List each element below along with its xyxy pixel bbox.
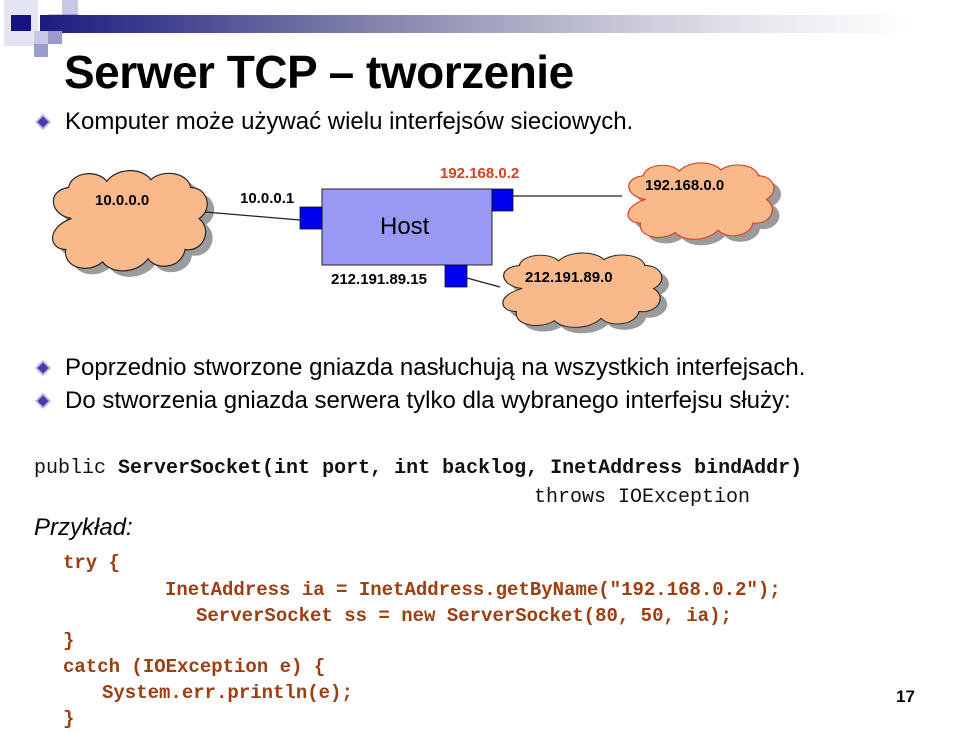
network-label: 10.0.0.0 <box>95 192 150 209</box>
diamond-bullet-icon <box>34 392 52 410</box>
constructor-signature: public ServerSocket(int port, int backlo… <box>34 456 802 482</box>
interface-label: 10.0.0.1 <box>240 190 295 207</box>
code-line: System.err.println(e); <box>102 682 353 704</box>
bullet-item: Poprzednio stworzone gniazda nasłuchują … <box>34 353 805 383</box>
network-cloud-192-168-0-0 <box>627 162 781 246</box>
deco-square <box>48 31 62 44</box>
code-line: } <box>63 630 75 652</box>
signature-declaration: ServerSocket(int port, int backlog, Inet… <box>118 457 803 480</box>
interface-label: 192.168.0.2 <box>440 165 520 182</box>
example-label: Przykład: <box>34 514 133 541</box>
bullet-text: Poprzednio stworzone gniazda nasłuchują … <box>65 354 806 381</box>
code-line: catch (IOException e) { <box>63 656 326 678</box>
link-line <box>204 211 301 221</box>
link-line <box>466 277 501 288</box>
network-cloud-212-191-89-0 <box>502 252 669 334</box>
interface-port <box>444 264 468 288</box>
deco-square <box>34 31 48 44</box>
interface-label: 212.191.89.15 <box>331 271 427 288</box>
code-line: InetAddress ia = InetAddress.getByName("… <box>165 579 781 601</box>
network-label: 212.191.89.0 <box>525 269 613 286</box>
network-cloud-10-0-0-0 <box>51 169 215 277</box>
slide-title: Serwer TCP – tworzenie <box>64 46 574 98</box>
code-line: ServerSocket ss = new ServerSocket(80, 5… <box>196 605 732 627</box>
host-label: Host <box>380 213 430 240</box>
signature-throws: throws IOException <box>534 486 751 509</box>
interface-port <box>299 206 323 230</box>
deco-square <box>62 0 78 14</box>
bullet-text: Do stworzenia gniazda serwera tylko dla … <box>65 387 791 414</box>
diamond-bullet-icon <box>34 113 52 131</box>
header-gradient-bar <box>40 15 910 33</box>
diamond-bullet-icon <box>34 359 52 377</box>
bullet-item: Do stworzenia gniazda serwera tylko dla … <box>34 386 791 416</box>
network-diagram: 10.0.0.0 192.168.0.0 212.191.89.0 10.0.0… <box>0 150 960 350</box>
bullet-item: Komputer może używać wielu interfejsów s… <box>34 107 633 137</box>
interface-port <box>491 188 514 212</box>
bullet-text: Komputer może używać wielu interfejsów s… <box>65 108 634 135</box>
deco-square <box>34 44 48 57</box>
network-label: 192.168.0.0 <box>645 177 725 194</box>
code-line: } <box>63 708 75 730</box>
signature-modifier: public <box>34 457 107 480</box>
code-line: try { <box>63 552 121 574</box>
page-number: 17 <box>896 687 915 706</box>
deco-square <box>11 15 31 31</box>
